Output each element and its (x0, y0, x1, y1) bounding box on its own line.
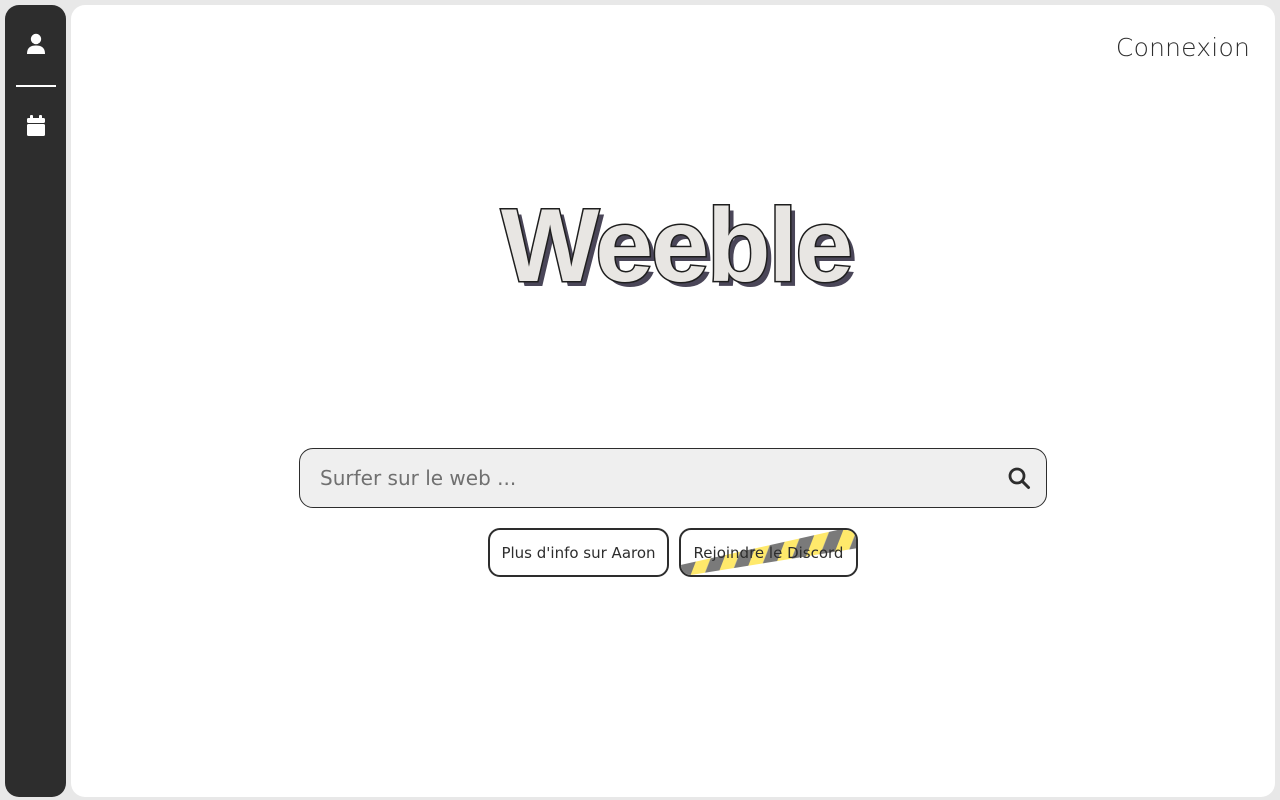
search-button[interactable] (992, 449, 1046, 507)
info-aaron-button[interactable]: Plus d'info sur Aaron (488, 528, 669, 577)
weeble-logo: Weeble Weeble (500, 192, 856, 296)
sidebar-item-calendar[interactable] (16, 106, 56, 146)
join-discord-button[interactable]: Rejoindre le Discord (679, 528, 858, 577)
search-input[interactable] (300, 449, 992, 507)
info-aaron-label: Plus d'info sur Aaron (501, 543, 656, 562)
search-bar (299, 448, 1047, 508)
sidebar-item-profile[interactable] (16, 24, 56, 64)
user-icon (26, 33, 45, 54)
sidebar-divider (15, 85, 56, 87)
login-link[interactable]: Connexion (1116, 33, 1250, 62)
calendar-icon (26, 115, 45, 136)
sidebar (5, 5, 66, 797)
join-discord-label: Rejoindre le Discord (693, 543, 844, 562)
logo-text: Weeble (501, 192, 851, 296)
main-panel: Connexion Weeble Weeble Plus d'info sur … (71, 5, 1275, 797)
search-icon (1008, 467, 1030, 489)
